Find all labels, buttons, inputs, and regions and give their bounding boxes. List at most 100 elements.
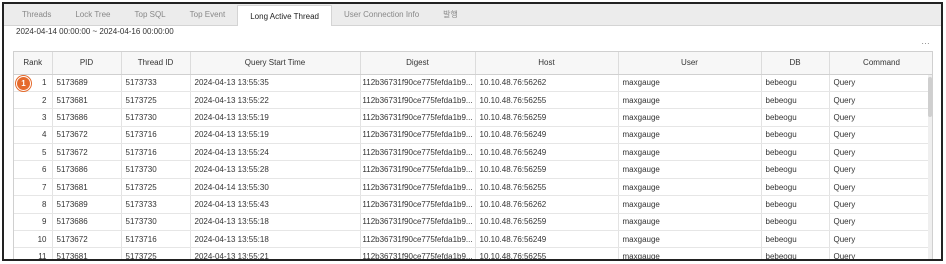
annotation-marker: 1 [16,76,31,91]
cell-db: bebeogu [761,91,830,110]
cell-command: Query [829,247,932,259]
cell-user: maxgauge [618,108,762,127]
cell-digest: 112b36731f90ce775fefda1b9... [360,91,476,110]
cell-command: Query [829,74,932,92]
cell-rank: 6 [14,160,53,179]
cell-digest: 112b36731f90ce775fefda1b9... [360,213,476,232]
column-header[interactable]: DB [761,52,830,75]
column-header[interactable]: Digest [360,52,476,75]
table-row[interactable]: 3 5173686 5173730 2024-04-13 13:55:19 112b36… [14,108,932,127]
table-row[interactable]: 6 5173686 5173730 2024-04-13 13:55:28 112b36… [14,160,932,179]
column-header[interactable]: Command [829,52,932,75]
cell-user: maxgauge [618,74,762,92]
cell-command: Query [829,108,932,127]
column-header[interactable]: Rank [14,52,53,75]
cell-command: Query [829,91,932,110]
cell-digest: 112b36731f90ce775fefda1b9... [360,247,476,259]
cell-rank: 10 [14,230,53,249]
cell-rank: 11 [14,247,53,259]
cell-db: bebeogu [761,247,830,259]
column-header[interactable]: Host [475,52,619,75]
cell-thread-id: 5173725 [121,91,191,110]
panel-frame: Threads Lock Tree Top SQL Top Event Long Act… [2,2,943,261]
cell-pid: 5173672 [52,143,122,162]
cell-host: 10.10.48.76:56249 [475,126,619,145]
tab-1[interactable]: Lock Tree [63,5,122,25]
table-row[interactable]: 11 5173681 5173725 2024-04-13 13:55:21 112b3… [14,247,932,259]
cell-host: 10.10.48.76:56259 [475,160,619,179]
cell-command: Query [829,230,932,249]
cell-user: maxgauge [618,126,762,145]
cell-host: 10.10.48.76:56262 [475,74,619,92]
scrollbar-thumb[interactable] [928,77,932,117]
cell-digest: 112b36731f90ce775fefda1b9... [360,178,476,197]
cell-start: 2024-04-13 13:55:19 [190,126,361,145]
cell-digest: 112b36731f90ce775fefda1b9... [360,160,476,179]
cell-host: 10.10.48.76:56255 [475,91,619,110]
cell-user: maxgauge [618,160,762,179]
table-row[interactable]: 5 5173672 5173716 2024-04-13 13:55:24 112b36… [14,143,932,162]
table-row[interactable]: 7 5173681 5173725 2024-04-14 13:55:30 112b36… [14,178,932,197]
cell-pid: 5173672 [52,126,122,145]
cell-start: 2024-04-13 13:55:43 [190,195,361,214]
cell-host: 10.10.48.76:56262 [475,195,619,214]
cell-pid: 5173689 [52,74,122,92]
cell-pid: 5173681 [52,91,122,110]
tab-3[interactable]: Top Event [178,5,238,25]
cell-command: Query [829,213,932,232]
table-row[interactable]: 2 5173681 5173725 2024-04-13 13:55:22 112b36… [14,91,932,110]
date-range: 2024-04-14 00:00:00 ~ 2024-04-16 00:00:0… [16,27,174,36]
tab-0[interactable]: Threads [10,5,63,25]
cell-start: 2024-04-13 13:55:35 [190,74,361,92]
cell-pid: 5173681 [52,178,122,197]
cell-command: Query [829,126,932,145]
cell-rank: 7 [14,178,53,197]
tab-4[interactable]: Long Active Thread [237,5,333,26]
cell-digest: 112b36731f90ce775fefda1b9... [360,74,476,92]
tab-2[interactable]: Top SQL [123,5,178,25]
cell-host: 10.10.48.76:56249 [475,230,619,249]
cell-start: 2024-04-13 13:55:21 [190,247,361,259]
cell-db: bebeogu [761,108,830,127]
cell-thread-id: 5173725 [121,178,191,197]
table-row[interactable]: 10 5173672 5173716 2024-04-13 13:55:18 112b3… [14,230,932,249]
cell-start: 2024-04-14 13:55:30 [190,178,361,197]
cell-db: bebeogu [761,74,830,92]
cell-user: maxgauge [618,213,762,232]
tab-5[interactable]: User Connection Info [332,5,431,25]
cell-command: Query [829,160,932,179]
cell-start: 2024-04-13 13:55:19 [190,108,361,127]
cell-thread-id: 5173716 [121,230,191,249]
table-row[interactable]: 9 5173686 5173730 2024-04-13 13:55:18 112b36… [14,213,932,232]
cell-digest: 112b36731f90ce775fefda1b9... [360,126,476,145]
table-header: Rank PID Thread ID Query Start Time Digest Ho… [14,52,932,75]
column-header[interactable]: Query Start Time [190,52,361,75]
cell-user: maxgauge [618,178,762,197]
vertical-scrollbar[interactable] [928,75,932,259]
cell-thread-id: 5173725 [121,247,191,259]
cell-host: 10.10.48.76:56255 [475,247,619,259]
cell-rank: 9 [14,213,53,232]
long-active-thread-grid: Rank PID Thread ID Query Start Time Digest Ho… [13,51,933,259]
cell-command: Query [829,195,932,214]
table-row[interactable]: 4 5173672 5173716 2024-04-13 13:55:19 112b36… [14,126,932,145]
tab-bar: Threads Lock Tree Top SQL Top Event Long Act… [4,4,941,26]
column-header[interactable]: PID [52,52,122,75]
table-row[interactable]: 8 5173689 5173733 2024-04-13 13:55:43 112b36… [14,195,932,214]
cell-rank: 8 [14,195,53,214]
column-header[interactable]: User [618,52,762,75]
cell-start: 2024-04-13 13:55:28 [190,160,361,179]
cell-db: bebeogu [761,126,830,145]
cell-pid: 5173672 [52,230,122,249]
cell-user: maxgauge [618,91,762,110]
column-header[interactable]: Thread ID [121,52,191,75]
cell-thread-id: 5173730 [121,213,191,232]
tab-6[interactable]: 발행 [431,5,470,25]
cell-db: bebeogu [761,195,830,214]
cell-digest: 112b36731f90ce775fefda1b9... [360,143,476,162]
more-options-icon[interactable]: … [921,36,931,46]
cell-command: Query [829,143,932,162]
table-row[interactable]: 1 5173689 5173733 2024-04-13 13:55:35 112b36… [14,74,932,92]
cell-db: bebeogu [761,213,830,232]
cell-pid: 5173681 [52,247,122,259]
